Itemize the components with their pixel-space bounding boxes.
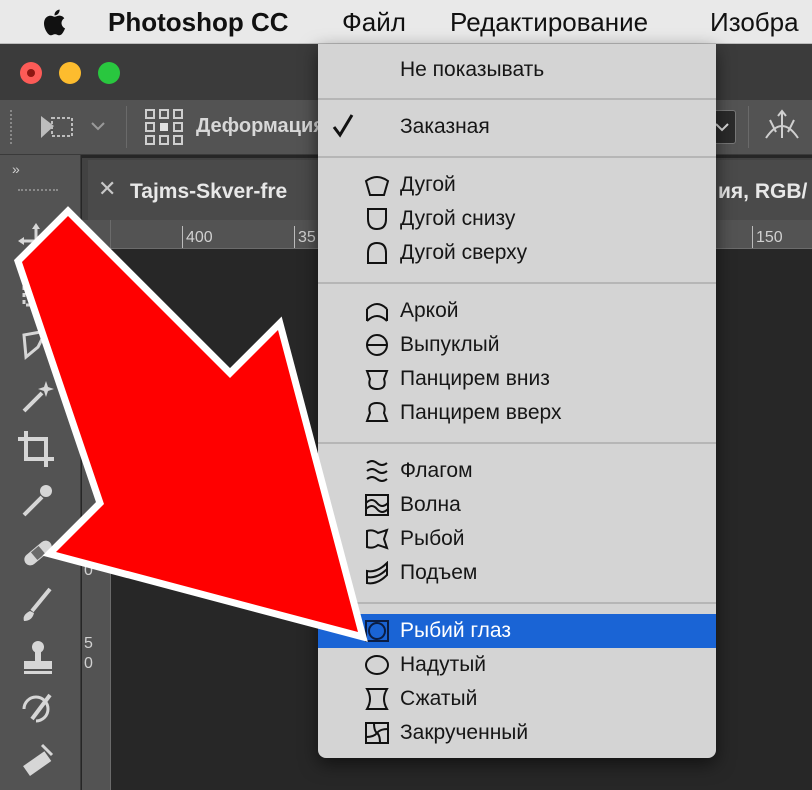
ruler-tick [752,226,753,248]
flag-icon [366,460,388,482]
ruler-label: 100 [84,522,93,579]
menu-separator [318,442,716,444]
menu-image[interactable]: Изобра [710,6,799,38]
clone-stamp-icon[interactable] [16,637,60,677]
squeeze-icon [365,688,389,710]
menu-item-fisheye[interactable]: Рыбий глаз [318,614,716,648]
eraser-tool-icon[interactable] [16,741,60,781]
menu-item-twist[interactable]: Закрученный [318,716,716,750]
apple-icon[interactable] [38,5,72,39]
arc-icon [364,176,390,196]
ruler-label: 150 [84,408,93,465]
menu-item-arc-lower[interactable]: Дугой снизу [318,202,716,236]
vertical-ruler [82,220,111,790]
warp-label: Деформация [196,115,325,137]
menu-separator [318,98,716,100]
menu-item-none[interactable]: Не показывать [318,53,716,87]
move-tool-icon[interactable] [16,221,60,261]
ruler-origin[interactable] [82,220,111,249]
document-tab-mode: ия, RGB/ [718,180,808,203]
ruler-label: 150 [756,229,783,246]
menu-file[interactable]: Файл [342,6,406,38]
warp-orientation-icon[interactable] [762,108,802,144]
menu-item-wave[interactable]: Волна [318,488,716,522]
chevron-down-icon [715,123,729,132]
arc-upper-icon [367,241,387,264]
bulge-icon [366,334,388,356]
arch-icon [366,303,388,322]
fisheye-icon [365,620,389,642]
close-window-button[interactable] [20,62,42,84]
transform-tool-icon[interactable] [38,112,78,142]
wave-icon [365,494,389,516]
minimize-window-button[interactable] [59,62,81,84]
warp-style-menu: Не показывать Заказная Дугой Дугой снизу… [318,44,716,758]
ruler-label: 400 [186,229,213,246]
menu-item-arc[interactable]: Дугой [318,168,716,202]
menu-item-shell-upper[interactable]: Панцирем вверх [318,396,716,430]
menu-item-inflate[interactable]: Надутый [318,648,716,682]
menu-item-flag[interactable]: Флагом [318,454,716,488]
menu-item-custom[interactable]: Заказная [318,110,716,144]
menu-separator [318,156,716,158]
inflate-icon [365,655,389,675]
menu-item-fish[interactable]: Рыбой [318,522,716,556]
menu-separator [318,282,716,284]
zoom-window-button[interactable] [98,62,120,84]
menu-separator [318,602,716,604]
marquee-tool-icon[interactable] [16,273,60,313]
menu-edit[interactable]: Редактирование [450,6,648,38]
healing-brush-icon[interactable] [16,533,60,573]
app-name[interactable]: Photoshop CC [108,6,289,38]
brush-tool-icon[interactable] [16,585,60,625]
menu-bar: Photoshop CC Файл Редактирование Изобра [0,0,812,44]
magic-wand-icon[interactable] [16,377,60,417]
toolbox-grip [18,189,58,195]
collapse-panel-icon[interactable]: » [12,161,20,177]
toolbox: » [0,155,81,790]
lasso-tool-icon[interactable] [16,325,60,365]
checkmark-icon [332,114,354,138]
ruler-tick [294,226,295,248]
menu-item-arch[interactable]: Аркой [318,294,716,328]
divider [748,106,749,148]
menu-item-arc-upper[interactable]: Дугой сверху [318,236,716,270]
menu-item-shell-lower[interactable]: Панцирем вниз [318,362,716,396]
ruler-label: 50 [84,635,93,672]
divider [126,106,127,148]
rise-icon [366,561,388,585]
menu-item-squeeze[interactable]: Сжатый [318,682,716,716]
menu-item-rise[interactable]: Подъем [318,556,716,590]
warp-grid-icon[interactable] [144,108,184,146]
menu-item-bulge[interactable]: Выпуклый [318,328,716,362]
ruler-tick [182,226,183,248]
chevron-down-icon[interactable] [90,120,106,132]
twist-icon [365,722,389,744]
history-brush-icon[interactable] [16,689,60,729]
fish-icon [366,528,389,550]
close-tab-icon[interactable]: ✕ [98,176,116,202]
options-grip [10,110,14,144]
arc-lower-icon [367,208,387,231]
shell-lower-icon [365,370,389,391]
eyedropper-icon[interactable] [16,481,60,521]
document-tab-title: Tajms-Skver-fre [130,180,288,203]
crop-tool-icon[interactable] [16,429,60,469]
close-dot-icon [27,69,35,77]
ruler-label: 35 [298,229,316,246]
shell-upper-icon [365,401,389,422]
